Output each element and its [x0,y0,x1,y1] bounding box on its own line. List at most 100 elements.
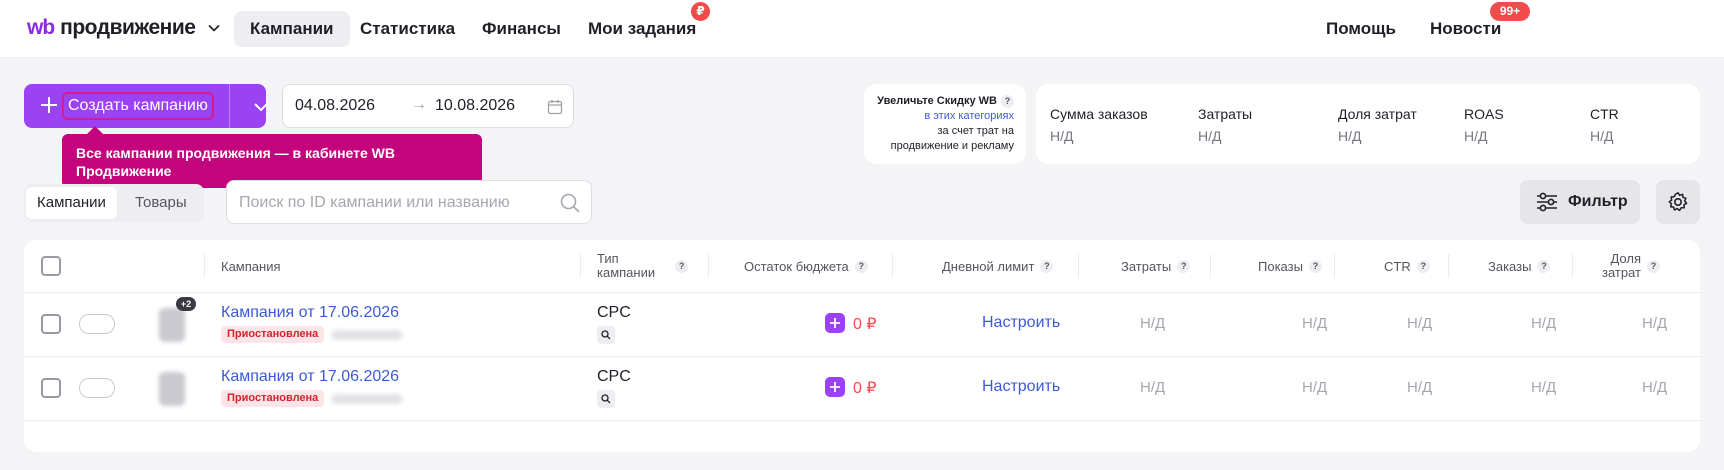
col-ctr-label: CTR [1384,258,1411,274]
stat-value: Н/Д [1464,128,1488,144]
calendar-icon[interactable] [547,99,563,115]
product-thumbnail [159,308,185,342]
column-separator [1448,254,1449,278]
search-icon[interactable] [559,192,581,214]
row-divider [24,356,1700,357]
stat-value: Н/Д [1590,128,1614,144]
column-separator [708,254,709,278]
col-ctr[interactable]: CTR? [1384,240,1430,292]
column-separator [580,254,581,278]
settings-button[interactable] [1656,180,1700,224]
date-to[interactable]: 10.08.2026 [435,97,515,115]
col-orders[interactable]: Заказы? [1488,240,1551,292]
col-daily-limit[interactable]: Дневной лимит? [942,240,1054,292]
stat-value: Н/Д [1050,128,1074,144]
promo-title: Увеличьте Скидку WB [877,95,997,107]
top-bar: wb продвижение Кампании Статистика Финан… [0,0,1724,58]
column-separator [1572,254,1573,278]
filter-button[interactable]: Фильтр [1520,180,1640,224]
stat-label: Затраты [1198,106,1253,122]
nav-statistics[interactable]: Статистика [344,11,471,47]
date-from[interactable]: 04.08.2026 [295,97,375,115]
promo-line-1: за счет трат на [937,125,1015,137]
plus-icon [41,97,57,113]
select-all-checkbox[interactable] [41,256,61,276]
logo-text: продвижение [60,16,196,39]
product-thumbnail [159,372,185,406]
stat-roas: ROAS Н/Д [1464,106,1504,144]
col-spend[interactable]: Затраты? [1121,240,1191,292]
nav-campaigns[interactable]: Кампании [234,11,350,47]
help-icon[interactable]: ? [1177,259,1191,273]
add-budget-button[interactable] [825,377,845,397]
nav-help[interactable]: Помощь [1310,11,1412,47]
stat-value: Н/Д [1198,128,1222,144]
news-badge: 99+ [1490,2,1530,21]
create-campaign-button[interactable]: Создать кампанию [24,84,268,128]
chevron-down-icon[interactable] [252,98,270,116]
col-budget[interactable]: Остаток бюджета? [744,240,868,292]
promo-link[interactable]: в этих категориях [864,109,1014,124]
search-type-icon [597,390,615,408]
help-icon[interactable]: ? [675,259,689,273]
col-orders-label: Заказы [1488,258,1532,274]
column-separator [1078,254,1079,278]
help-icon[interactable]: ? [1416,259,1430,273]
configure-daily-limit-link[interactable]: Настроить [982,378,1060,396]
row-divider [24,292,1700,293]
tab-campaigns[interactable]: Кампании [26,187,117,219]
spend-share-value: Н/Д [1642,315,1668,332]
app-logo[interactable]: wb продвижение [27,16,221,40]
search-type-icon [597,326,615,344]
col-daily-label: Дневной лимит [942,258,1035,274]
discount-promo-card: Увеличьте Скидку WB? в этих категориях з… [864,84,1026,164]
row-checkbox[interactable] [41,314,61,334]
stat-spend-share: Доля затрат Н/Д [1338,106,1417,144]
spend-share-value: Н/Д [1642,379,1668,396]
col-shows[interactable]: Показы? [1258,240,1322,292]
nav-my-tasks[interactable]: Мои задания [572,11,712,47]
campaign-name-link[interactable]: Кампания от 17.06.2026 [221,368,399,386]
column-separator [892,254,893,278]
col-campaign[interactable]: Кампания [221,240,281,292]
help-icon[interactable]: ? [1040,259,1054,273]
row-divider [24,420,1700,421]
col-type[interactable]: Тип кампании ? [597,240,689,292]
nav-finance[interactable]: Финансы [466,11,577,47]
help-icon[interactable]: ? [1647,259,1660,273]
col-shows-label: Показы [1258,258,1303,274]
shows-value: Н/Д [1302,315,1328,332]
help-icon[interactable]: ? [1001,94,1014,108]
campaign-type: CPC [597,368,631,385]
campaign-id [332,394,402,404]
campaign-name-link[interactable]: Кампания от 17.06.2026 [221,304,399,322]
tab-products[interactable]: Товары [124,187,198,219]
chevron-down-icon[interactable] [207,21,221,35]
col-spend-share[interactable]: Доля затрат ? [1602,240,1660,292]
help-icon[interactable]: ? [1308,259,1322,273]
ctr-value: Н/Д [1407,379,1433,396]
col-share-line-2: затрат [1602,265,1641,280]
search-box[interactable] [226,180,592,224]
orders-value: Н/Д [1531,379,1557,396]
configure-daily-limit-link[interactable]: Настроить [982,314,1060,332]
create-campaign-label[interactable]: Создать кампанию [62,92,214,120]
help-icon[interactable]: ? [1537,259,1551,273]
search-input[interactable] [239,191,539,215]
col-share-line-1: Доля [1610,251,1641,266]
spend-value: Н/Д [1140,315,1166,332]
campaign-toggle[interactable] [79,378,115,398]
row-checkbox[interactable] [41,378,61,398]
ctr-value: Н/Д [1407,315,1433,332]
help-icon[interactable]: ? [854,259,868,273]
stat-label: ROAS [1464,106,1504,122]
date-range-picker[interactable]: 04.08.2026 → 10.08.2026 [282,84,574,128]
date-arrow: → [411,96,427,113]
logo-wb: wb [27,16,55,39]
sliders-icon [1537,192,1557,212]
campaign-toggle[interactable] [79,314,115,334]
stat-spend: Затраты Н/Д [1198,106,1252,144]
col-spend-label: Затраты [1121,258,1172,274]
campaigns-table: Кампания Тип кампании ? Остаток бюджета? … [24,240,1700,452]
add-budget-button[interactable] [825,313,845,333]
